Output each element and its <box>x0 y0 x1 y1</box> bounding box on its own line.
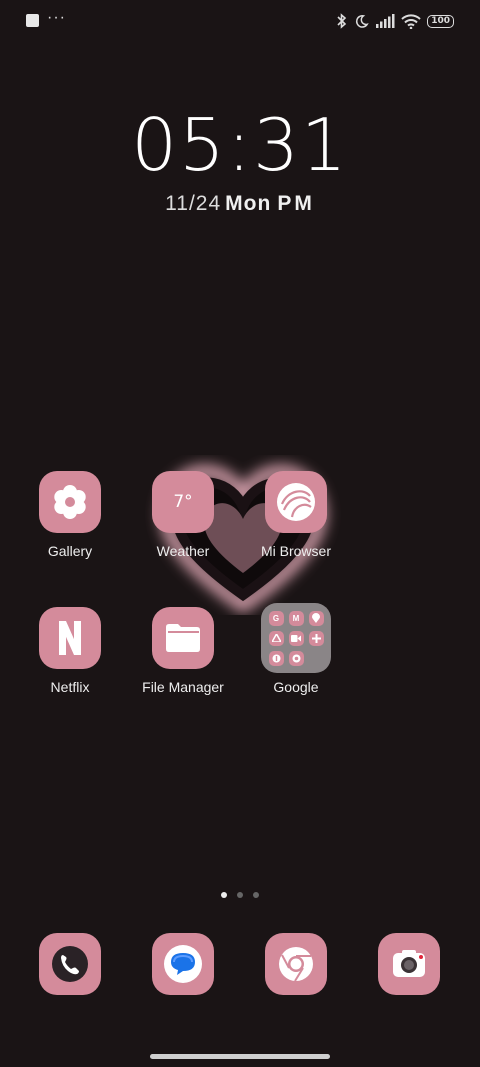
camera-icon <box>378 933 440 995</box>
app-label: File Manager <box>142 679 224 695</box>
phone-icon <box>39 933 101 995</box>
moon-icon <box>356 14 369 28</box>
app-gallery[interactable]: Gallery <box>10 471 130 559</box>
messages-icon <box>152 933 214 995</box>
photos-icon <box>308 630 324 646</box>
date-ampm: PM <box>277 192 315 215</box>
empty-slot <box>309 651 324 666</box>
app-weather[interactable]: 7° Weather <box>123 471 243 559</box>
status-bar: ··· 100 <box>0 0 480 44</box>
page-indicator <box>0 892 480 898</box>
meet-icon <box>288 630 304 646</box>
more-dots-icon: ··· <box>47 8 66 26</box>
folder-preview-grid: G M <box>268 610 324 666</box>
weather-icon: 7° <box>152 471 214 533</box>
info-icon <box>268 650 284 666</box>
page-dot-active[interactable] <box>221 892 227 898</box>
dock-chrome[interactable] <box>236 933 356 995</box>
app-label: Netflix <box>50 679 90 695</box>
signal-icon <box>376 14 395 28</box>
clock-widget[interactable]: 05:31 11/24 Mon PM <box>0 102 480 216</box>
app-netflix[interactable]: Netflix <box>10 607 130 695</box>
home-gesture-bar[interactable] <box>150 1054 330 1059</box>
weather-temperature: 7° <box>173 492 193 512</box>
gmail-icon: M <box>288 610 304 626</box>
status-right: 100 <box>336 13 454 29</box>
app-label: Google <box>273 679 319 695</box>
dock-phone[interactable] <box>10 933 130 995</box>
clock-time: 05:31 <box>131 103 349 187</box>
app-label: Mi Browser <box>260 543 331 559</box>
chrome-icon <box>265 933 327 995</box>
app-google-folder[interactable]: G M Google <box>236 603 356 695</box>
app-file-manager[interactable]: File Manager <box>123 607 243 695</box>
wifi-icon <box>401 13 421 29</box>
app-label: Gallery <box>47 543 93 559</box>
flower-icon <box>39 471 101 533</box>
drive-icon <box>268 630 284 646</box>
google-folder-icon: G M <box>261 603 331 673</box>
dock-messages[interactable] <box>123 933 243 995</box>
battery-icon: 100 <box>427 14 454 28</box>
bluetooth-icon <box>337 13 347 29</box>
page-dot[interactable] <box>253 892 259 898</box>
clock-date: 11/24 Mon PM <box>0 192 480 216</box>
date-monthday: 11/24 <box>165 192 222 215</box>
battery-level: 100 <box>431 15 450 26</box>
browser-swirl-icon <box>265 471 327 533</box>
dock-camera[interactable] <box>349 933 469 995</box>
folder-icon <box>152 607 214 669</box>
google-icon: G <box>268 610 284 626</box>
netflix-n-icon <box>39 607 101 669</box>
app-mi-browser[interactable]: Mi Browser <box>236 471 356 559</box>
status-left: ··· <box>26 8 66 27</box>
notification-square-icon <box>26 14 39 27</box>
date-weekday: Mon <box>225 192 272 215</box>
play-store-icon <box>288 650 304 666</box>
page-dot[interactable] <box>237 892 243 898</box>
maps-icon <box>308 610 324 626</box>
app-label: Weather <box>156 543 210 559</box>
